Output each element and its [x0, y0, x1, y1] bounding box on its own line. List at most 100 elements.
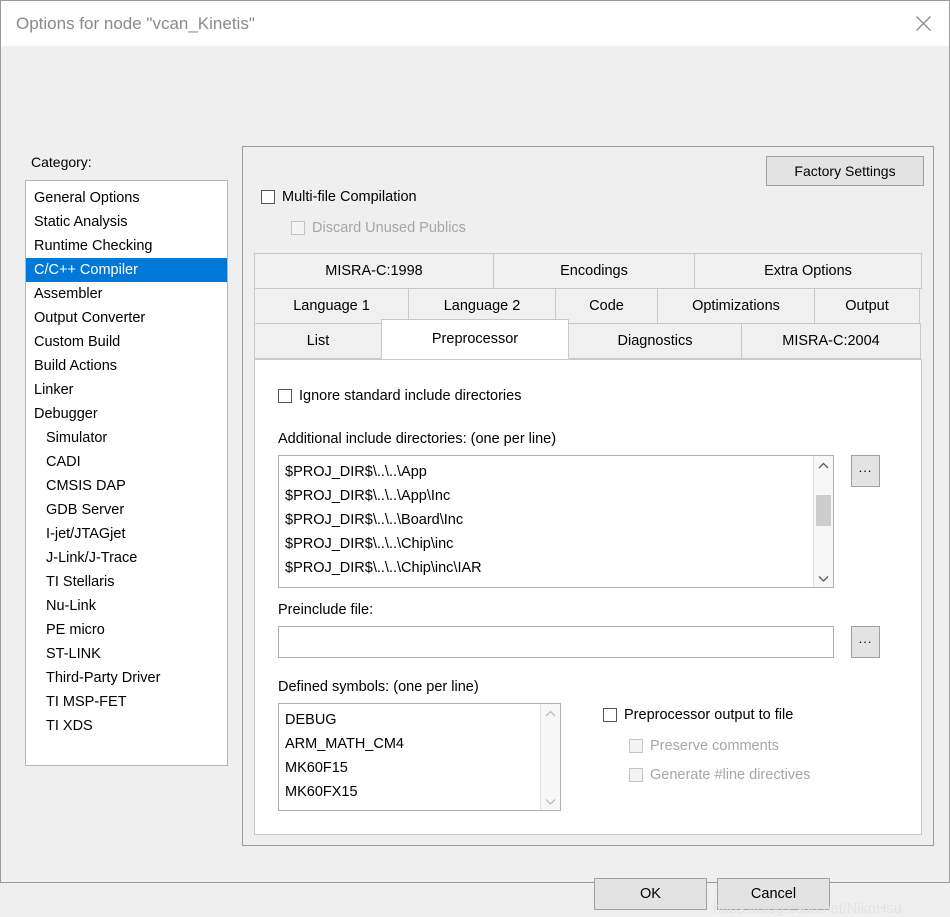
sidebar-item-label: Custom Build — [34, 334, 121, 350]
sidebar-item-ti-msp-fet[interactable]: TI MSP-FET — [26, 690, 227, 714]
tab-row-2: Language 1 Language 2 Code Optimizations Out… — [254, 288, 922, 324]
tab-label: Preprocessor — [431, 331, 519, 347]
sidebar-item-label: I-jet/JTAGjet — [46, 526, 126, 542]
preserve-comments-checkbox: Preserve comments — [629, 738, 779, 754]
options-panel: Factory Settings Multi-file Compilation … — [242, 146, 934, 846]
ignore-standard-includes-checkbox[interactable]: Ignore standard include directories — [278, 388, 521, 404]
preinclude-input[interactable] — [278, 626, 834, 658]
sidebar-item-c-c-compiler[interactable]: C/C++ Compiler — [26, 258, 227, 282]
tab-preprocessor[interactable]: Preprocessor — [381, 319, 569, 359]
dialog-title: Options for node "vcan_Kinetis" — [16, 13, 255, 33]
factory-settings-button[interactable]: Factory Settings — [766, 156, 924, 186]
sidebar-item-general-options[interactable]: General Options — [26, 186, 227, 210]
scrollbar-thumb[interactable] — [816, 494, 831, 527]
text-line: MK60FX15 — [285, 784, 358, 800]
category-list[interactable]: General Options Static Analysis Runtime Ch… — [25, 180, 228, 766]
sidebar-item-debugger[interactable]: Debugger — [26, 402, 227, 426]
preinclude-browse-button[interactable]: ... — [851, 626, 880, 658]
checkbox-box — [603, 708, 617, 722]
checkbox-box — [278, 389, 292, 403]
scroll-down-icon[interactable] — [541, 792, 560, 810]
ignore-standard-includes-label: Ignore standard include directories — [299, 388, 522, 404]
text-line: $PROJ_DIR$\..\..\Board\Inc — [285, 512, 464, 528]
text-line: $PROJ_DIR$\..\..\Chip\inc\IAR — [285, 560, 482, 576]
sidebar-item-simulator[interactable]: Simulator — [26, 426, 227, 450]
include-dirs-browse-button[interactable]: ... — [851, 455, 880, 487]
sidebar-item-nu-link[interactable]: Nu-Link — [26, 594, 227, 618]
tab-code[interactable]: Code — [555, 288, 658, 324]
include-dirs-scrollbar[interactable] — [813, 456, 833, 587]
sidebar-item-label: J-Link/J-Trace — [46, 550, 138, 566]
options-dialog: Options for node "vcan_Kinetis" Category… — [0, 0, 950, 917]
text-line: $PROJ_DIR$\..\..\App — [285, 464, 427, 480]
sidebar-item-label: Debugger — [34, 406, 98, 422]
discard-unused-publics-checkbox: Discard Unused Publics — [291, 220, 466, 236]
discard-unused-publics-label: Discard Unused Publics — [312, 220, 466, 236]
tab-label: Diagnostics — [617, 333, 693, 349]
tab-label: Output — [845, 298, 889, 314]
sidebar-item-label: Output Converter — [34, 310, 146, 326]
sidebar-item-cadi[interactable]: CADI — [26, 450, 227, 474]
multifile-compilation-checkbox[interactable]: Multi-file Compilation — [261, 189, 417, 205]
tab-label: MISRA-C:2004 — [782, 333, 880, 349]
sidebar-item-label: ST-LINK — [46, 646, 101, 662]
preinclude-label: Preinclude file: — [278, 602, 374, 618]
tab-label: Optimizations — [692, 298, 780, 314]
tab-misra-c-1998[interactable]: MISRA-C:1998 — [254, 253, 494, 289]
sidebar-item-gdb-server[interactable]: GDB Server — [26, 498, 227, 522]
checkbox-box — [629, 739, 643, 753]
scroll-up-icon[interactable] — [814, 456, 833, 474]
sidebar-item-label: Runtime Checking — [34, 238, 153, 254]
tab-diagnostics[interactable]: Diagnostics — [568, 323, 742, 359]
sidebar-item-label: CMSIS DAP — [46, 478, 126, 494]
tab-label: Language 1 — [293, 298, 370, 314]
sidebar-item-st-link[interactable]: ST-LINK — [26, 642, 227, 666]
sidebar-item-assembler[interactable]: Assembler — [26, 282, 227, 306]
sidebar-item-label: TI XDS — [46, 718, 93, 734]
sidebar-item-cmsis-dap[interactable]: CMSIS DAP — [26, 474, 227, 498]
sidebar-item-label: Build Actions — [34, 358, 118, 374]
close-icon[interactable] — [897, 1, 949, 46]
sidebar-item-label: Simulator — [46, 430, 108, 446]
sidebar-item-j-link-j-trace[interactable]: J-Link/J-Trace — [26, 546, 227, 570]
tab-misra-c-2004[interactable]: MISRA-C:2004 — [741, 323, 921, 359]
tab-optimizations[interactable]: Optimizations — [657, 288, 815, 324]
sidebar-item-linker[interactable]: Linker — [26, 378, 227, 402]
defined-symbols-textarea[interactable]: DEBUG ARM_MATH_CM4 MK60F15 MK60FX15 — [278, 703, 561, 811]
sidebar-item-label: TI MSP-FET — [46, 694, 127, 710]
scroll-down-icon[interactable] — [814, 569, 833, 587]
sidebar-item-label: General Options — [34, 190, 140, 206]
sidebar-item-ti-stellaris[interactable]: TI Stellaris — [26, 570, 227, 594]
sidebar-item-static-analysis[interactable]: Static Analysis — [26, 210, 227, 234]
sidebar-item-third-party-driver[interactable]: Third-Party Driver — [26, 666, 227, 690]
tab-extra-options[interactable]: Extra Options — [694, 253, 922, 289]
sidebar-item-custom-build[interactable]: Custom Build — [26, 330, 227, 354]
sidebar-item-label: Nu-Link — [46, 598, 96, 614]
include-dirs-lines: $PROJ_DIR$\..\..\App $PROJ_DIR$\..\..\App… — [279, 456, 813, 587]
sidebar-item-pe-micro[interactable]: PE micro — [26, 618, 227, 642]
tab-list[interactable]: List — [254, 323, 382, 359]
preprocessor-output-to-file-checkbox[interactable]: Preprocessor output to file — [603, 707, 793, 723]
defined-symbols-scrollbar[interactable] — [540, 704, 560, 810]
tab-output[interactable]: Output — [814, 288, 920, 324]
tab-label: Encodings — [560, 263, 628, 279]
preprocessor-output-to-file-label: Preprocessor output to file — [624, 707, 794, 723]
include-dirs-textarea[interactable]: $PROJ_DIR$\..\..\App $PROJ_DIR$\..\..\App… — [278, 455, 834, 588]
sidebar-item-ti-xds[interactable]: TI XDS — [26, 714, 227, 738]
text-line: DEBUG — [285, 712, 337, 728]
sidebar-item-label: Linker — [34, 382, 74, 398]
preprocessor-tab-page: Ignore standard include directories Addi… — [254, 359, 922, 835]
text-line: $PROJ_DIR$\..\..\Chip\inc — [285, 536, 454, 552]
text-line: MK60F15 — [285, 760, 348, 776]
tab-label: Language 2 — [443, 298, 521, 314]
tab-label: MISRA-C:1998 — [325, 263, 423, 279]
scroll-up-icon[interactable] — [541, 704, 560, 722]
tab-strip: MISRA-C:1998 Encodings Extra Options Langua… — [254, 253, 922, 359]
sidebar-item-label: PE micro — [46, 622, 105, 638]
tab-row-3: List Preprocessor Diagnostics MISRA-C:2004 — [254, 319, 922, 359]
sidebar-item-build-actions[interactable]: Build Actions — [26, 354, 227, 378]
sidebar-item-output-converter[interactable]: Output Converter — [26, 306, 227, 330]
sidebar-item-runtime-checking[interactable]: Runtime Checking — [26, 234, 227, 258]
sidebar-item-i-jet-jtagjet[interactable]: I-jet/JTAGjet — [26, 522, 227, 546]
tab-encodings[interactable]: Encodings — [493, 253, 695, 289]
